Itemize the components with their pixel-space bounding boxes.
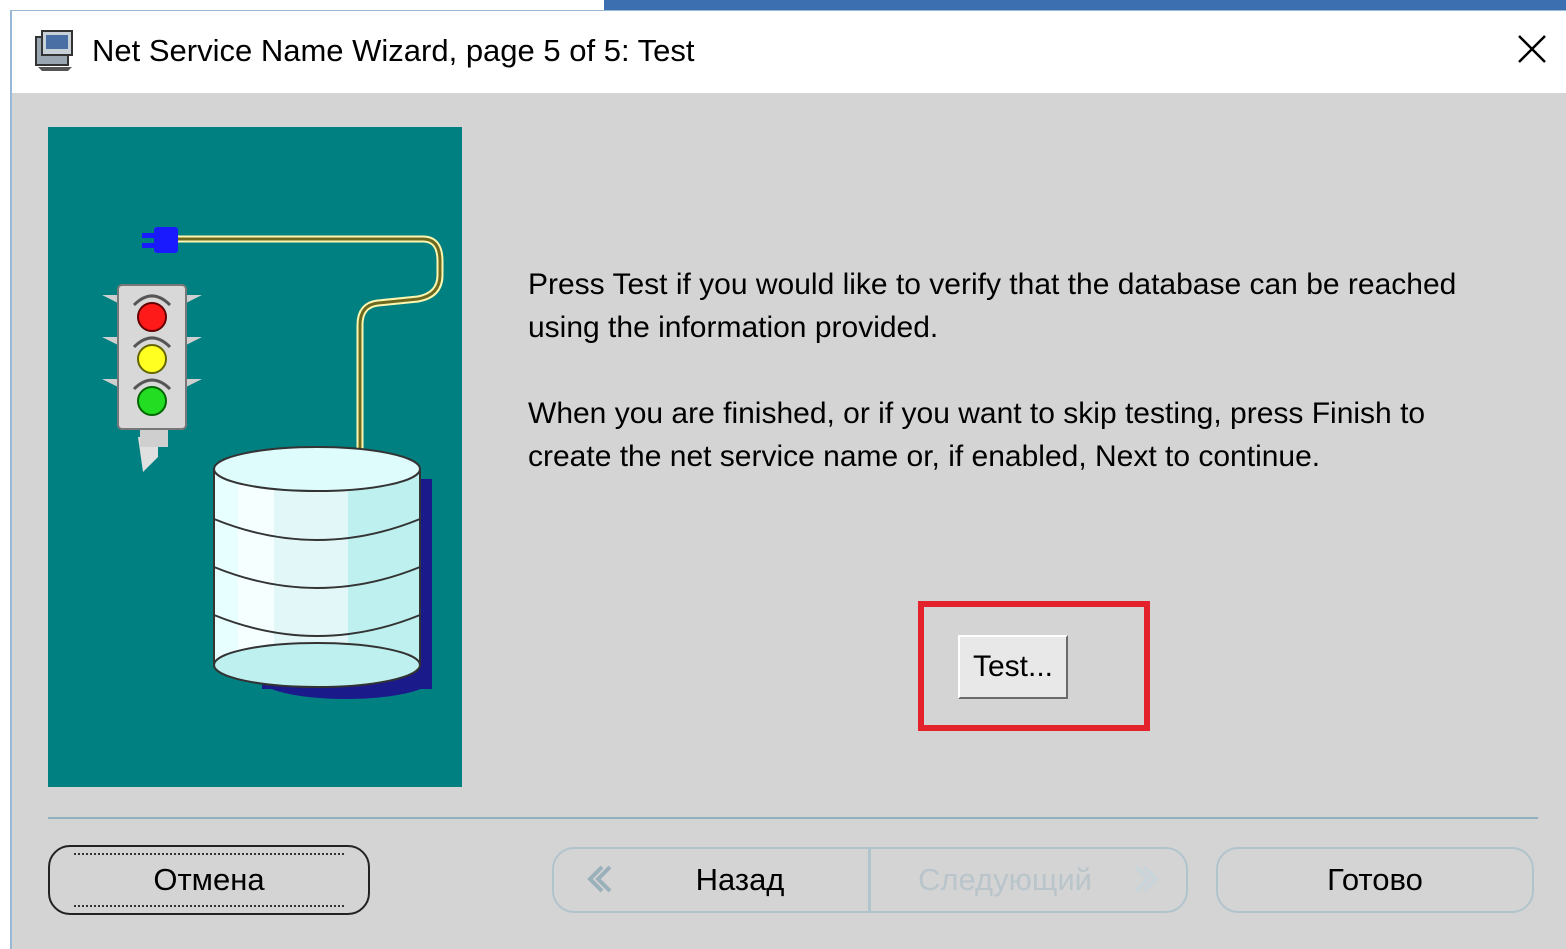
- back-label: Назад: [695, 862, 785, 897]
- next-button: Следующий: [872, 847, 1188, 913]
- cancel-focus-ring: Отмена: [74, 853, 344, 907]
- traffic-light-icon: [102, 284, 202, 472]
- close-button[interactable]: [1508, 25, 1556, 73]
- finish-label: Готово: [1327, 862, 1423, 897]
- title-bar: Net Service Name Wizard, page 5 of 5: Te…: [12, 11, 1566, 93]
- wizard-window: Net Service Name Wizard, page 5 of 5: Te…: [10, 10, 1566, 949]
- nav-divider: [868, 849, 871, 911]
- taskbar-strip: [604, 0, 1566, 10]
- database-icon: [213, 446, 432, 699]
- window-title: Net Service Name Wizard, page 5 of 5: Te…: [92, 33, 695, 68]
- chevron-right-icon: [1134, 865, 1159, 893]
- footer-separator: [48, 817, 1538, 819]
- finish-button[interactable]: Готово: [1216, 847, 1534, 913]
- close-icon: [1518, 35, 1546, 63]
- chevron-left-icon: [587, 865, 612, 893]
- finish-instructions: When you are finished, or if you want to…: [528, 397, 1426, 473]
- cancel-label: Отмена: [153, 862, 265, 897]
- next-label: Следующий: [917, 862, 1092, 897]
- cable: [168, 235, 444, 457]
- test-button[interactable]: Test...: [958, 635, 1068, 699]
- wizard-icon: [35, 30, 73, 71]
- plug-icon: [142, 227, 178, 253]
- wizard-illustration: [48, 127, 462, 787]
- cancel-button[interactable]: Отмена: [48, 845, 370, 915]
- test-instructions: Press Test if you would like to verify t…: [528, 268, 1457, 344]
- back-button[interactable]: Назад: [552, 847, 868, 913]
